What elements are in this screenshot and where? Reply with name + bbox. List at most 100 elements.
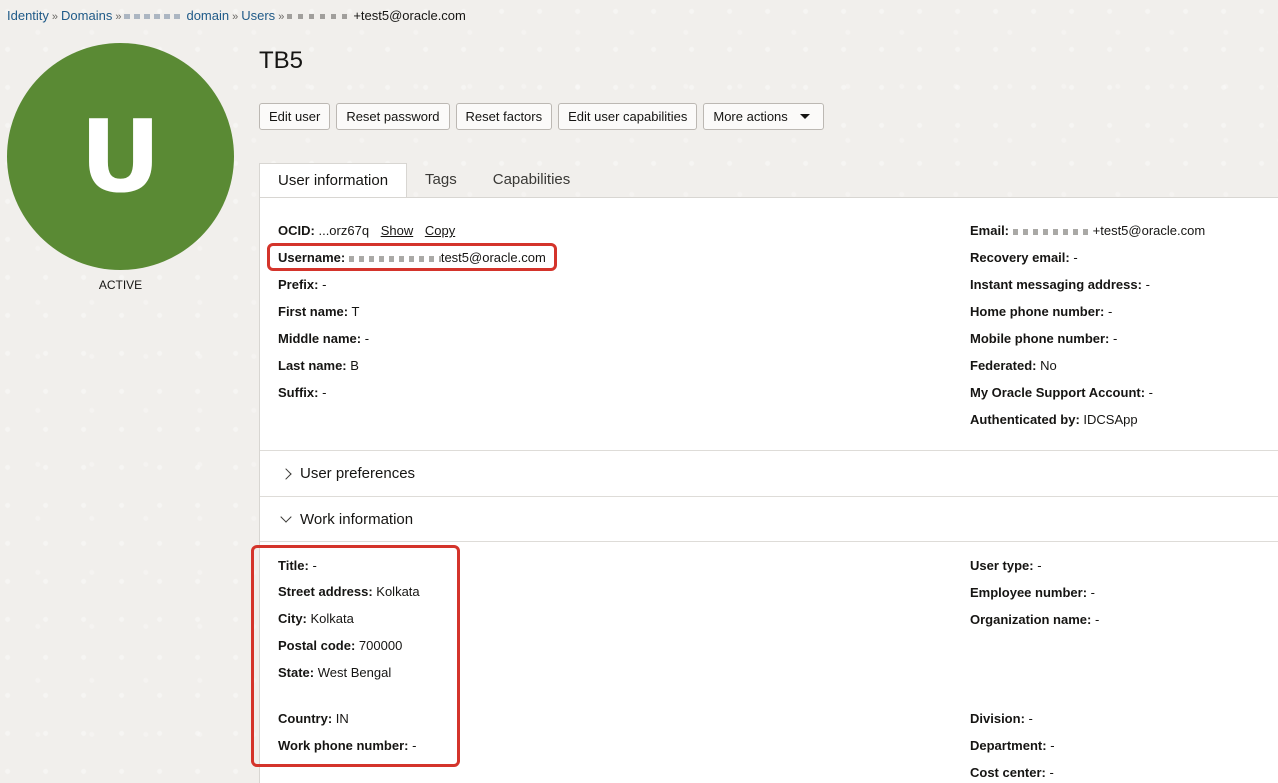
username-label: Username:	[278, 250, 346, 265]
cost-center-value: -	[1049, 765, 1054, 780]
ocid-copy-link[interactable]: Copy	[425, 223, 455, 238]
recovery-email-field: Recovery email: -	[970, 250, 1078, 265]
suffix-label: Suffix:	[278, 385, 319, 400]
breadcrumb-domains[interactable]: Domains	[61, 8, 112, 23]
cost-center-field: Cost center: -	[970, 765, 1054, 780]
department-field: Department: -	[970, 738, 1055, 753]
employee-number-field: Employee number: -	[970, 585, 1095, 600]
recovery-email-value: -	[1073, 250, 1078, 265]
ocid-value: ...orz67q	[318, 223, 370, 238]
divider	[260, 496, 1278, 497]
department-value: -	[1050, 738, 1055, 753]
breadcrumb-domain[interactable]: domain	[124, 8, 229, 23]
reset-factors-button[interactable]: Reset factors	[455, 103, 553, 130]
work-phone-value: -	[412, 738, 417, 753]
username-value: test5@oracle.com	[440, 250, 546, 265]
organization-name-label: Organization name:	[970, 612, 1092, 627]
middle-name-field: Middle name: -	[278, 331, 369, 346]
user-preferences-heading: User preferences	[300, 465, 416, 482]
employee-number-value: -	[1090, 585, 1095, 600]
tab-capabilities[interactable]: Capabilities	[475, 163, 589, 198]
more-actions-button[interactable]: More actions	[703, 103, 824, 130]
breadcrumb-separator: »	[115, 11, 122, 23]
user-preferences-section-toggle[interactable]: User preferences	[280, 465, 416, 482]
breadcrumb-users[interactable]: Users	[241, 8, 275, 23]
home-phone-label: Home phone number:	[970, 304, 1105, 319]
city-field: City: Kolkata	[278, 611, 354, 626]
federated-field: Federated: No	[970, 358, 1057, 373]
divider	[260, 450, 1278, 451]
edit-user-button[interactable]: Edit user	[259, 103, 331, 130]
postal-code-value: 700000	[358, 638, 403, 653]
organization-name-value: -	[1094, 612, 1100, 627]
division-label: Division:	[970, 711, 1025, 726]
im-address-value: -	[1145, 277, 1150, 292]
authenticated-by-field: Authenticated by: IDCSApp	[970, 412, 1138, 427]
street-address-field: Street address: Kolkata	[278, 584, 420, 599]
redacted-text	[287, 14, 352, 20]
user-information-panel: OCID: ...orz67q Show Copy Username: test…	[259, 197, 1278, 783]
employee-number-label: Employee number:	[970, 585, 1088, 600]
tab-user-information[interactable]: User information	[259, 163, 408, 199]
reset-password-button[interactable]: Reset password	[336, 103, 450, 130]
federated-value: No	[1040, 358, 1057, 373]
ocid-label: OCID:	[278, 223, 315, 238]
work-phone-label: Work phone number:	[278, 738, 409, 753]
edit-user-capabilities-button[interactable]: Edit user capabilities	[558, 103, 698, 130]
email-value: +test5@oracle.com	[1092, 223, 1206, 238]
page-title: TB5	[259, 47, 304, 74]
division-value: -	[1028, 711, 1033, 726]
user-type-value: -	[1037, 558, 1042, 573]
street-address-label: Street address:	[278, 584, 373, 599]
divider	[260, 541, 1278, 542]
middle-name-label: Middle name:	[278, 331, 362, 346]
federated-label: Federated:	[970, 358, 1037, 373]
title-field: Title: -	[278, 558, 317, 573]
work-information-heading: Work information	[300, 511, 414, 528]
more-actions-label: More actions	[713, 109, 788, 124]
im-address-label: Instant messaging address:	[970, 277, 1142, 292]
state-value: West Bengal	[317, 665, 392, 680]
email-field: Email: +test5@oracle.com	[970, 223, 1205, 238]
postal-code-field: Postal code: 700000	[278, 638, 402, 653]
state-label: State:	[278, 665, 315, 680]
prefix-field: Prefix: -	[278, 277, 326, 292]
email-label: Email:	[970, 223, 1010, 238]
avatar: U	[7, 43, 234, 270]
prefix-value: -	[322, 277, 327, 292]
breadcrumb-separator: »	[232, 11, 239, 23]
prefix-label: Prefix:	[278, 277, 319, 292]
country-field: Country: IN	[278, 711, 349, 726]
cost-center-label: Cost center:	[970, 765, 1046, 780]
tab-bar: User information Tags Capabilities	[259, 163, 589, 199]
ocid-show-link[interactable]: Show	[381, 223, 414, 238]
authenticated-by-value: IDCSApp	[1083, 412, 1138, 427]
suffix-value: -	[322, 385, 327, 400]
city-label: City:	[278, 611, 307, 626]
first-name-value: T	[351, 304, 360, 319]
user-type-label: User type:	[970, 558, 1034, 573]
tab-tags[interactable]: Tags	[407, 163, 475, 198]
username-field: Username: test5@oracle.com	[278, 250, 546, 265]
user-type-field: User type: -	[970, 558, 1042, 573]
redacted-text	[124, 14, 183, 20]
breadcrumb-identity[interactable]: Identity	[7, 8, 49, 23]
redacted-text	[348, 255, 441, 262]
first-name-field: First name: T	[278, 304, 359, 319]
middle-name-value: -	[364, 331, 370, 346]
postal-code-label: Postal code:	[278, 638, 356, 653]
action-toolbar: Edit user Reset password Reset factors E…	[259, 103, 824, 130]
avatar-initial: U	[79, 97, 162, 215]
home-phone-field: Home phone number: -	[970, 304, 1112, 319]
mobile-phone-field: Mobile phone number: -	[970, 331, 1117, 346]
city-value: Kolkata	[310, 611, 354, 626]
breadcrumb: Identity» Domains» domain» Users» +test5@ora…	[7, 8, 466, 23]
organization-name-field: Organization name: -	[970, 612, 1099, 627]
mos-account-label: My Oracle Support Account:	[970, 385, 1146, 400]
work-information-section-toggle[interactable]: Work information	[280, 511, 414, 528]
breadcrumb-separator: »	[51, 11, 59, 23]
chevron-down-icon	[280, 511, 292, 523]
work-phone-field: Work phone number: -	[278, 738, 416, 753]
country-value: IN	[335, 711, 349, 726]
mos-account-field: My Oracle Support Account: -	[970, 385, 1153, 400]
